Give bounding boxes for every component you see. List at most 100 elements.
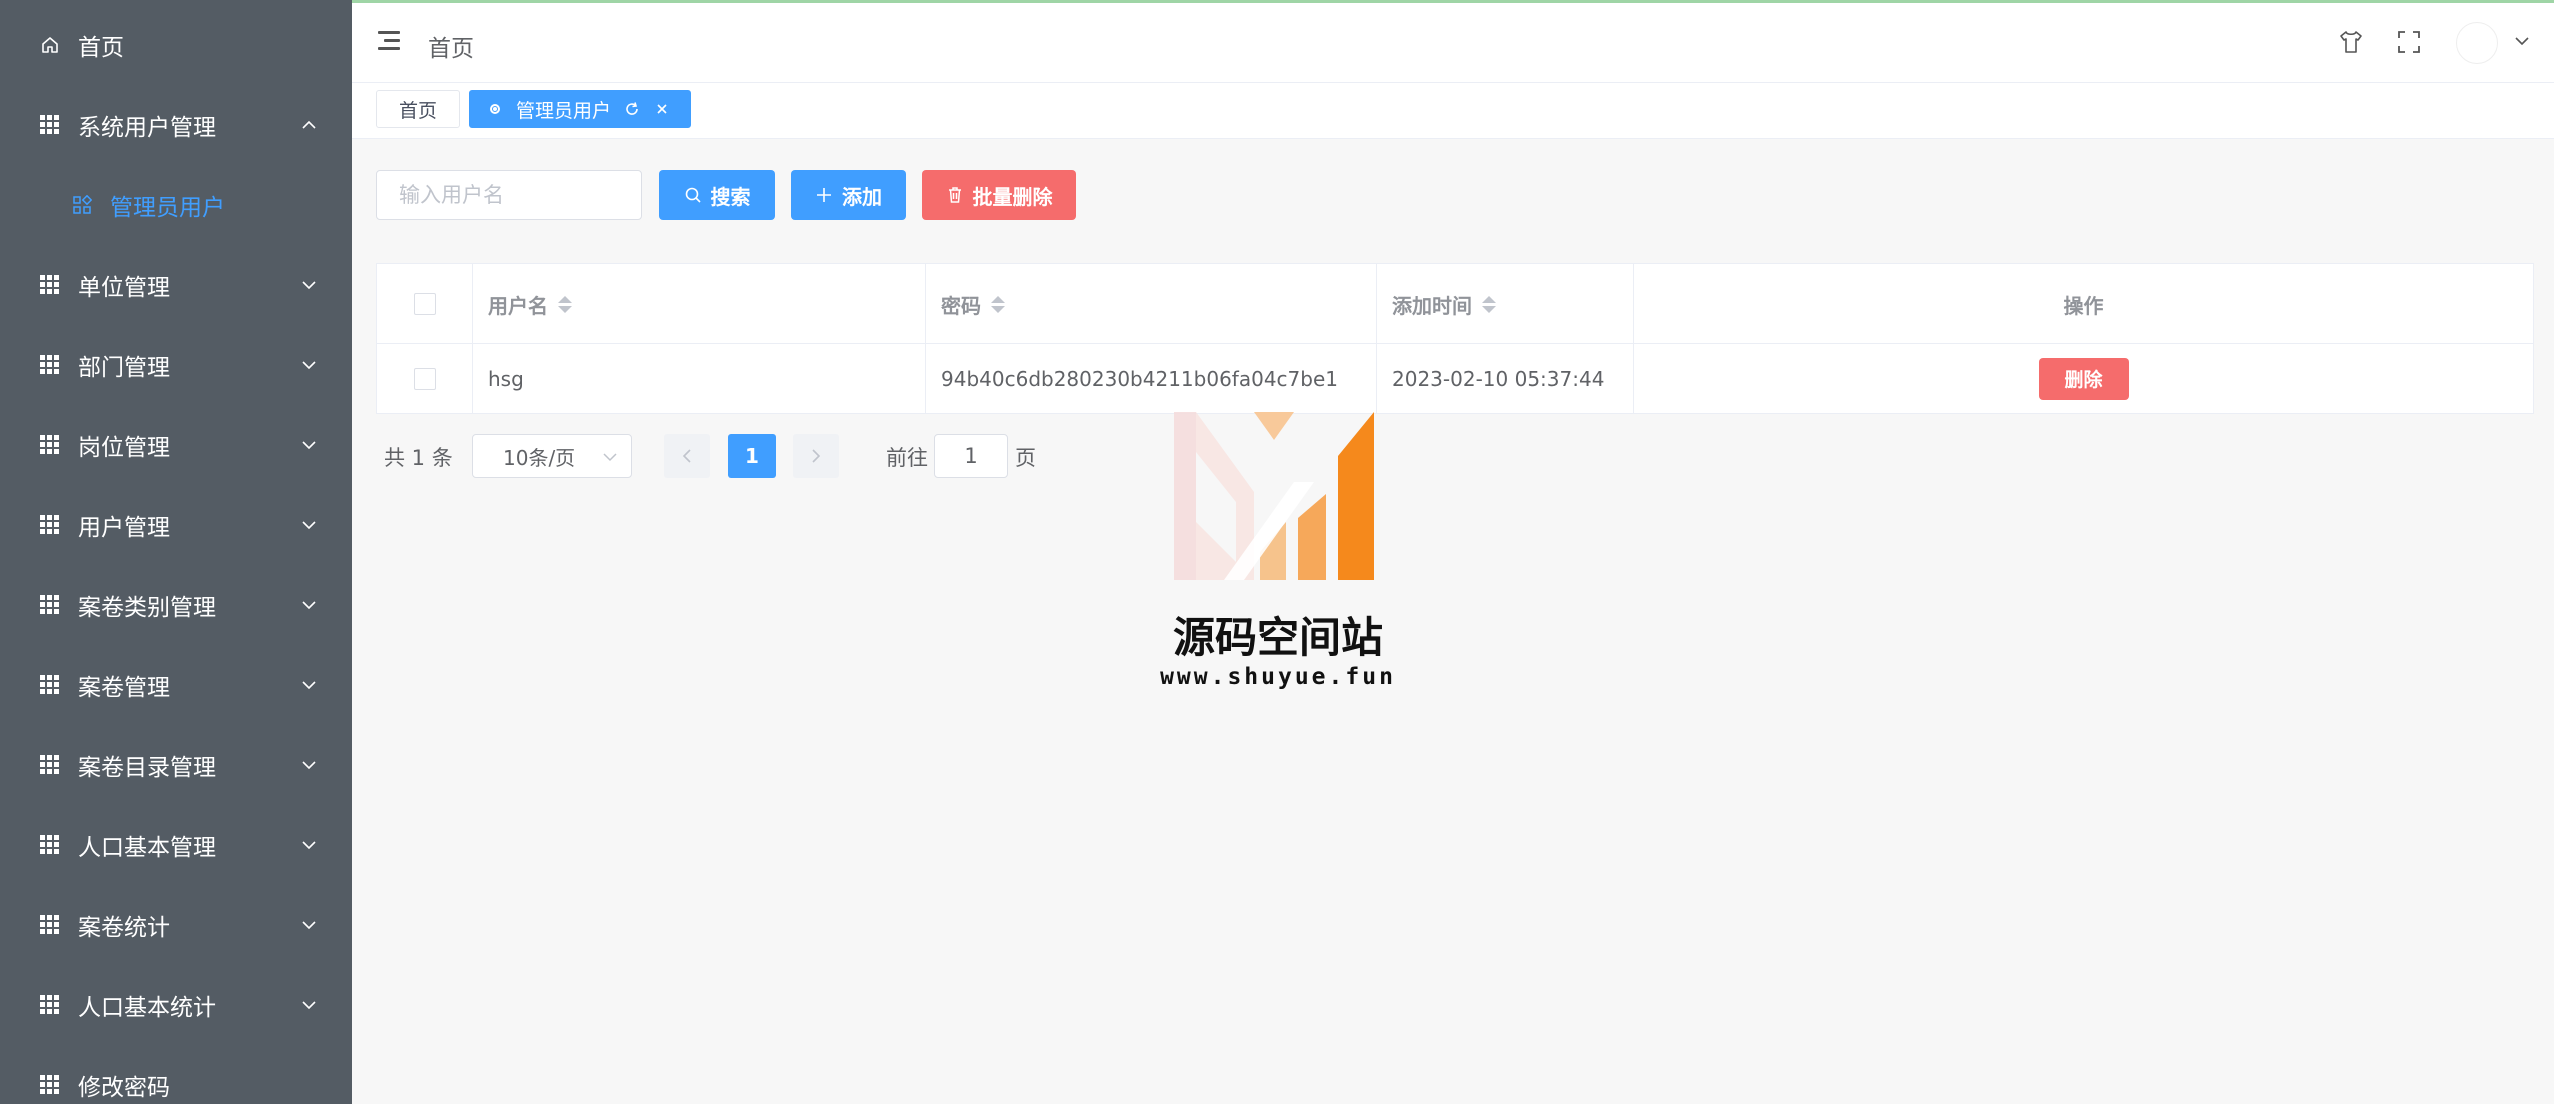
chevron-down-icon[interactable]	[2514, 36, 2530, 46]
cell-username: hsg	[488, 366, 524, 391]
sort-icon[interactable]	[1482, 295, 1496, 313]
add-button[interactable]: 添加	[791, 170, 906, 220]
sidebar-item-label: 修改密码	[78, 1075, 170, 1101]
sidebar-item-population-stats[interactable]: 人口基本统计	[0, 965, 352, 1045]
grid-icon	[40, 995, 60, 1015]
chevron-right-icon	[812, 449, 821, 463]
chevron-down-icon	[302, 841, 316, 850]
refresh-icon[interactable]	[623, 100, 641, 118]
grid-icon	[40, 755, 60, 775]
admin-users-table: 用户名 密码 添加时间 操作 hsg 94b40c6db280230b4211b…	[376, 263, 2534, 414]
sidebar-item-file-categories[interactable]: 案卷类别管理	[0, 565, 352, 645]
sidebar-item-units[interactable]: 单位管理	[0, 245, 352, 325]
sidebar-item-users[interactable]: 用户管理	[0, 485, 352, 565]
sort-icon[interactable]	[991, 295, 1005, 313]
hamburger-icon[interactable]	[378, 31, 400, 51]
next-page-button[interactable]	[793, 434, 839, 478]
sidebar-item-change-password[interactable]: 修改密码	[0, 1045, 352, 1104]
prev-page-button[interactable]	[664, 434, 710, 478]
sidebar-item-admin-users[interactable]: 管理员用户	[0, 165, 352, 245]
chevron-down-icon	[603, 453, 617, 462]
breadcrumb: 首页	[428, 36, 474, 62]
sidebar-item-departments[interactable]: 部门管理	[0, 325, 352, 405]
apps-icon	[73, 195, 92, 214]
grid-icon	[40, 1075, 60, 1095]
fullscreen-icon[interactable]	[2396, 29, 2422, 55]
search-input[interactable]	[376, 170, 642, 220]
pagination-total: 共 1 条	[384, 446, 453, 470]
delete-row-button[interactable]: 删除	[2038, 357, 2129, 400]
grid-icon	[40, 515, 60, 535]
sidebar-item-label: 管理员用户	[110, 195, 225, 221]
sidebar-item-label: 首页	[78, 35, 124, 61]
sidebar-item-population[interactable]: 人口基本管理	[0, 805, 352, 885]
grid-icon	[40, 355, 60, 375]
header-username[interactable]: 用户名	[488, 264, 572, 344]
page-suffix-label: 页	[1015, 446, 1036, 470]
watermark-url: www.shuyue.fun	[1160, 664, 1396, 690]
select-all-checkbox[interactable]	[413, 293, 436, 315]
chevron-down-icon	[302, 281, 316, 290]
sidebar-item-positions[interactable]: 岗位管理	[0, 405, 352, 485]
grid-icon	[40, 835, 60, 855]
chevron-left-icon	[682, 449, 691, 463]
cell-add-time: 2023-02-10 05:37:44	[1392, 366, 1605, 391]
search-button[interactable]: 搜索	[659, 170, 775, 220]
chevron-down-icon	[302, 761, 316, 770]
sidebar-item-label: 系统用户管理	[78, 115, 216, 141]
goto-label: 前往	[886, 446, 928, 470]
header-password[interactable]: 密码	[941, 264, 1005, 344]
goto-page-input[interactable]	[934, 434, 1008, 478]
tag-label: 首页	[398, 99, 437, 122]
sidebar-item-system-users[interactable]: 系统用户管理	[0, 85, 352, 165]
cell-action: 删除	[1634, 344, 2533, 413]
page-number-current[interactable]: 1	[728, 434, 776, 478]
header-add-time-label: 添加时间	[1392, 293, 1472, 318]
tag-admin-users[interactable]: 管理员用户	[469, 90, 691, 128]
sort-icon[interactable]	[558, 295, 572, 313]
header-action-label: 操作	[2063, 293, 2104, 318]
sidebar-item-file-directory[interactable]: 案卷目录管理	[0, 725, 352, 805]
chevron-down-icon	[302, 521, 316, 530]
tag-home[interactable]: 首页	[376, 90, 460, 128]
sidebar-item-label: 案卷统计	[78, 915, 170, 941]
chevron-down-icon	[302, 1001, 316, 1010]
add-button-label: 添加	[842, 184, 882, 209]
home-icon	[42, 37, 58, 53]
grid-icon	[40, 275, 60, 295]
cell-password: 94b40c6db280230b4211b06fa04c7be1	[941, 366, 1338, 391]
sidebar-item-files[interactable]: 案卷管理	[0, 645, 352, 725]
shirt-icon[interactable]	[2338, 29, 2364, 55]
close-icon[interactable]	[653, 100, 671, 118]
chevron-up-icon	[302, 120, 316, 129]
page-size-select[interactable]: 10条/页	[472, 434, 632, 478]
plus-icon	[817, 188, 831, 202]
page-size-value: 10条/页	[503, 445, 576, 470]
header-username-label: 用户名	[488, 293, 548, 318]
header-select-cell	[377, 264, 472, 344]
tag-label: 管理员用户	[516, 99, 612, 122]
avatar[interactable]	[2456, 22, 2498, 64]
sidebar: 首页 系统用户管理 管理员用户 单位管理 部门管理 岗位管理 用户管理 案卷类别…	[0, 0, 352, 1104]
sidebar-item-label: 岗位管理	[78, 435, 170, 461]
sidebar-item-file-stats[interactable]: 案卷统计	[0, 885, 352, 965]
active-dot-icon	[490, 104, 500, 114]
header-add-time[interactable]: 添加时间	[1392, 264, 1496, 344]
row-select-cell	[377, 344, 472, 413]
watermark-logo	[1174, 412, 1374, 580]
sidebar-item-label: 人口基本管理	[78, 835, 216, 861]
top-header: 首页	[352, 3, 2554, 83]
batch-delete-button[interactable]: 批量删除	[922, 170, 1076, 220]
sidebar-item-label: 单位管理	[78, 275, 170, 301]
watermark-title: 源码空间站	[1172, 613, 1383, 662]
sidebar-item-home[interactable]: 首页	[0, 5, 352, 85]
search-button-label: 搜索	[710, 184, 751, 209]
tags-view-bar: 首页 管理员用户	[352, 83, 2554, 139]
sidebar-item-label: 案卷管理	[78, 675, 170, 701]
grid-icon	[40, 915, 60, 935]
sidebar-item-label: 案卷类别管理	[78, 595, 216, 621]
chevron-down-icon	[302, 681, 316, 690]
row-checkbox[interactable]	[413, 367, 436, 390]
header-action: 操作	[1634, 264, 2533, 344]
sidebar-item-label: 用户管理	[78, 515, 170, 541]
